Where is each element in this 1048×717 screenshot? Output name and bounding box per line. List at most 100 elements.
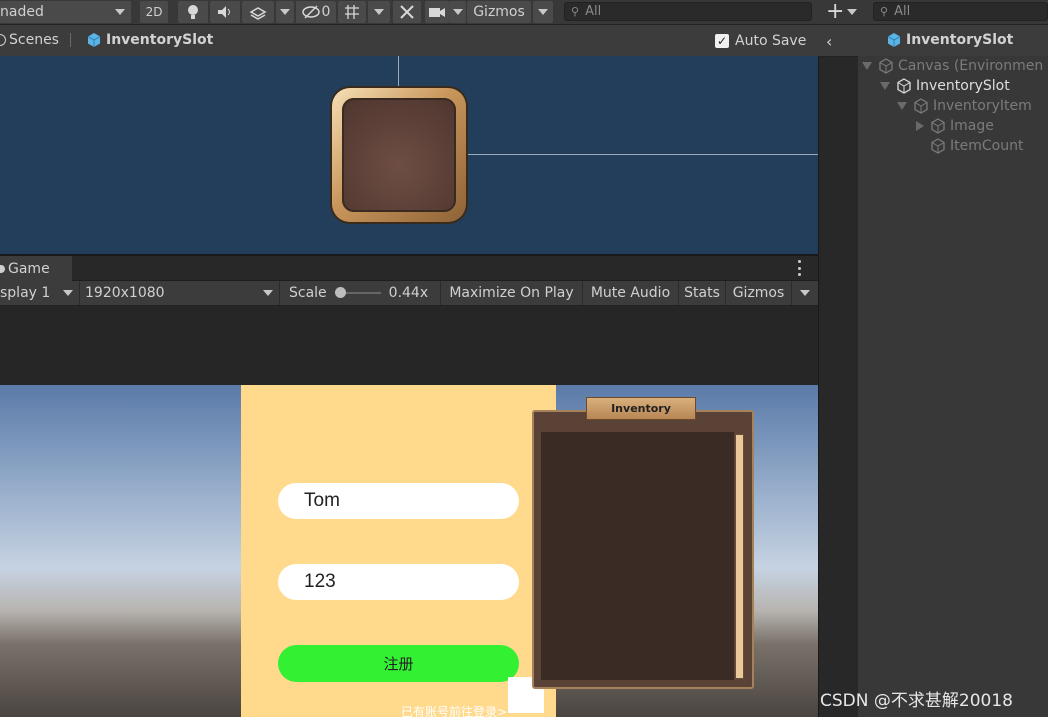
mute-audio-button[interactable]: Mute Audio [583,281,679,305]
register-button-label: 注册 [383,655,414,673]
slider-thumb[interactable] [334,287,346,298]
game-view-toolbar: splay 1 1920x1080 Scale 0.44x Maximize O… [0,281,818,306]
tree-item-canvas[interactable]: Canvas (Environmen [862,56,1043,76]
tree-item-image[interactable]: Image [916,116,994,136]
chevron-down-icon [847,9,858,15]
prefab-cube-icon [887,33,901,47]
effects-toggle[interactable] [242,1,274,23]
chevron-down-icon [538,9,548,15]
gizmos-dropdown[interactable] [533,1,553,23]
back-arrow-icon[interactable]: ‹ [826,32,832,51]
lighting-toggle[interactable] [178,1,208,23]
resolution-dropdown[interactable]: 1920x1080 [80,281,280,305]
hierarchy-toolbar: + ⚲ All [818,0,1048,25]
hierarchy-search-input[interactable]: ⚲ All [873,2,1048,21]
mute-label: Mute Audio [590,285,671,301]
tree-item-label: Image [950,118,994,134]
game-tab-strip [0,256,818,280]
layers-icon [249,7,267,20]
chevron-down-icon [63,290,73,296]
gameobject-cube-icon [879,58,893,74]
search-placeholder: All [894,4,911,19]
search-placeholder: All [585,4,602,19]
stats-button[interactable]: Stats [679,281,726,305]
camera-icon [429,8,445,17]
expand-arrow-icon[interactable] [897,102,907,110]
effects-dropdown[interactable] [276,1,294,23]
tools-icon [400,5,414,19]
breadcrumb-prefab-label: InventorySlot [106,32,214,48]
toggle-2d-button[interactable]: 2D [140,1,168,23]
tree-item-inventory-item[interactable]: InventoryItem [897,96,1032,116]
inventory-title-plate: Inventory [586,397,696,420]
game-view[interactable]: 注册 已有账号前往登录> Inventory [0,385,818,717]
scene-search-input[interactable]: ⚲ All [564,2,812,21]
checkbox-checked-icon[interactable]: ✓ [715,34,729,48]
prefab-cube-icon [87,33,101,47]
inventory-slot-frame[interactable] [332,88,466,222]
inventory-scrollbar[interactable] [735,434,744,679]
gizmos-button[interactable]: Gizmos [467,1,531,23]
username-field[interactable] [278,483,519,519]
tab-game[interactable]: Game [0,256,72,281]
login-link-label: 已有账号前往登录> [401,705,508,717]
scene-visibility-toggle[interactable]: 0 [296,1,336,23]
display-dropdown[interactable]: splay 1 [0,281,80,305]
chevron-down-icon [263,290,273,296]
chevron-down-icon [800,290,810,296]
audio-toggle[interactable] [210,1,240,23]
scene-breadcrumb-bar: Scenes InventorySlot ✓ Auto Save [0,25,818,57]
gameobject-cube-icon [897,78,911,94]
light-bulb-icon [188,5,198,19]
tree-item-item-count[interactable]: ItemCount [930,136,1023,156]
game-letterbox [0,306,818,385]
scale-control[interactable]: Scale 0.44x [280,281,441,305]
watermark-text: CSDN @不求甚解20018 [820,691,1013,711]
scale-slider[interactable] [334,287,381,298]
toggle-2d-label: 2D [145,5,163,19]
hierarchy-header: ‹ InventorySlot [818,25,1048,57]
shading-mode-dropdown[interactable]: naded [0,1,131,23]
gizmos-label: Gizmos [473,4,525,20]
login-link[interactable]: 已有账号前往登录> [401,703,507,717]
camera-toggle[interactable] [425,1,449,23]
create-button[interactable]: + [826,0,858,24]
game-gizmos-label: Gizmos [732,285,785,301]
expand-arrow-icon[interactable] [862,62,872,70]
inventory-title: Inventory [611,402,671,415]
chevron-down-icon [115,9,125,15]
chevron-down-icon [452,9,463,15]
hidden-count: 0 [321,4,331,20]
register-button[interactable]: 注册 [278,645,519,682]
breadcrumb-scenes[interactable]: Scenes [0,31,59,49]
game-gizmos-dropdown[interactable] [792,281,818,305]
grid-toggle[interactable] [338,1,366,23]
grid-dropdown[interactable] [368,1,390,23]
scale-label: Scale [289,285,327,301]
tools-toggle[interactable] [393,1,421,23]
camera-dropdown[interactable] [449,1,466,23]
chevron-down-icon [374,9,384,15]
gameobject-cube-icon [914,98,928,114]
inventory-board [532,410,754,689]
more-options-icon[interactable] [797,260,801,276]
tree-item-label: ItemCount [950,138,1024,154]
plus-icon: + [826,0,845,24]
breadcrumb-prefab[interactable]: InventorySlot [86,31,213,49]
speaker-icon [218,6,230,18]
tree-item-label: Canvas (Environmen [898,58,1044,74]
expand-arrow-icon[interactable] [880,82,890,90]
watermark: CSDN @不求甚解20018 [820,686,1013,711]
display-label: splay 1 [0,285,51,301]
scene-view[interactable] [0,56,818,254]
auto-save-label: Auto Save [735,33,807,49]
maximize-on-play-button[interactable]: Maximize On Play [441,281,583,305]
breadcrumb-divider [70,33,71,47]
game-gizmos-button[interactable]: Gizmos [726,281,792,305]
tree-item-inventory-slot[interactable]: InventorySlot [880,76,1010,96]
collapse-arrow-icon[interactable] [916,121,924,131]
auto-save-toggle[interactable]: ✓ Auto Save [715,33,806,49]
prefab-header-label: InventorySlot [906,32,1014,48]
password-field[interactable] [278,564,519,600]
resolution-label: 1920x1080 [85,285,165,301]
